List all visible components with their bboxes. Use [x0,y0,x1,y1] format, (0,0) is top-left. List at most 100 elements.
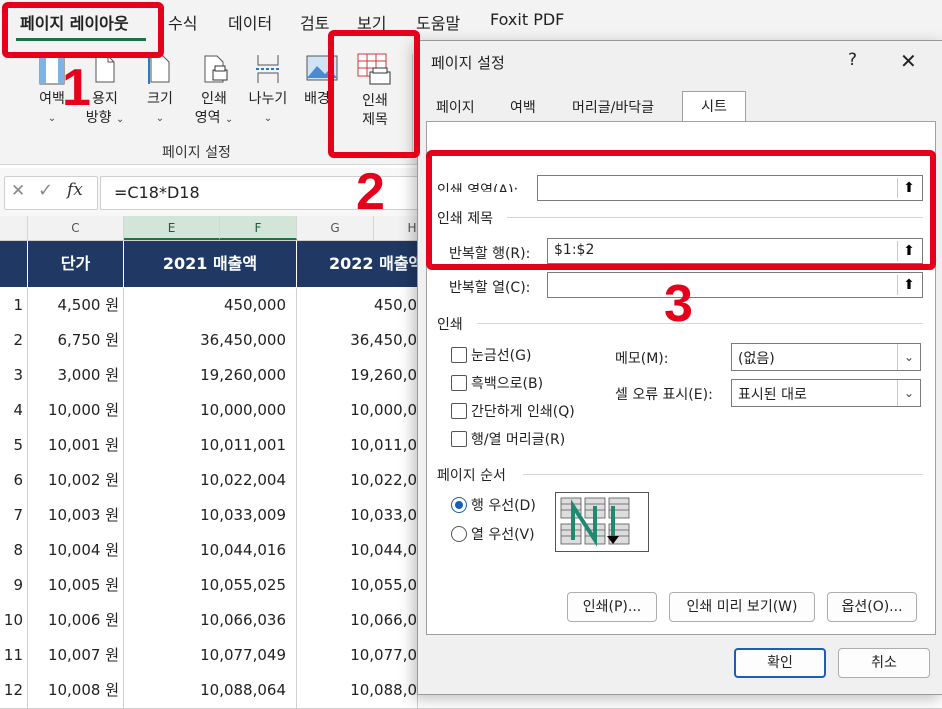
cell-2021-sales[interactable]: 10,088,064 [124,673,297,708]
cell-row-number[interactable]: 5 [0,428,28,463]
cell-2022-sales[interactable]: 10,044,0 [297,533,418,568]
tab-formulas[interactable]: 수식 [168,10,197,34]
cell-unit-price[interactable]: 10,008 원 [28,673,124,708]
cell-2022-sales[interactable]: 36,450,0 [297,323,418,358]
memo-select[interactable]: (없음) ⌄ [731,343,921,371]
cell-2022-sales[interactable]: 10,011,0 [297,428,418,463]
page-order-preview-icon [555,492,649,552]
cell-unit-price[interactable]: 10,001 원 [28,428,124,463]
cell-unit-price[interactable]: 10,003 원 [28,498,124,533]
cell-row-number[interactable]: 10 [0,603,28,638]
column-header-a[interactable] [0,216,28,240]
help-icon[interactable]: ? [848,50,857,70]
row-col-headings-checkbox[interactable] [451,431,467,447]
cell-2022-sales[interactable]: 450,0 [297,288,418,323]
cell-unit-price[interactable]: 10,000 원 [28,393,124,428]
cell-2021-sales[interactable]: 10,055,025 [124,568,297,603]
print-area-button[interactable]: 인쇄 영역 ⌄ [188,46,240,129]
draft-quality-label: 간단하게 인쇄(Q) [471,404,575,420]
cancel-icon[interactable]: ✕ [11,181,25,201]
cancel-button[interactable]: 취소 [838,648,930,678]
column-header-c[interactable]: C [28,216,124,240]
chevron-down-icon[interactable]: ⌄ [897,344,920,370]
collapse-dialog-icon[interactable]: ⬆ [897,275,920,295]
cell-unit-price[interactable]: 10,007 원 [28,638,124,673]
column-header-f[interactable]: F [220,216,297,240]
annotation-number-3: 3 [664,275,693,333]
cell-unit-price[interactable]: 10,005 원 [28,568,124,603]
column-header-e[interactable]: E [124,216,220,240]
cell-2022-sales[interactable]: 10,000,0 [297,393,418,428]
cell-2021-sales[interactable]: 10,022,004 [124,463,297,498]
cell-row-number[interactable]: 6 [0,463,28,498]
tab-data[interactable]: 데이터 [228,10,272,34]
cell-unit-price[interactable]: 10,006 원 [28,603,124,638]
cell-2022-sales[interactable]: 10,088,0 [297,673,418,708]
cell-2021-sales[interactable]: 19,260,000 [124,358,297,393]
breaks-button[interactable]: 나누기 ⌄ [243,46,293,128]
cell-unit-price[interactable]: 6,750 원 [28,323,124,358]
cell-2022-sales[interactable]: 10,033,0 [297,498,418,533]
draft-quality-checkbox[interactable] [451,403,467,419]
cell-unit-price[interactable]: 3,000 원 [28,358,124,393]
cell-row-number[interactable]: 3 [0,358,28,393]
cell-unit-price[interactable]: 10,004 원 [28,533,124,568]
options-button[interactable]: 옵션(O)... [827,592,917,622]
cell-unit-price[interactable]: 10,002 원 [28,463,124,498]
tab-help[interactable]: 도움말 [416,10,460,34]
gridlines-checkbox[interactable] [451,347,467,363]
cell-row-number[interactable]: 9 [0,568,28,603]
cell-errors-value: 표시된 대로 [738,387,807,403]
cell-2021-sales[interactable]: 36,450,000 [124,323,297,358]
header-cell-unit-price[interactable]: 단가 [28,241,124,287]
tab-sheet[interactable]: 시트 [682,91,746,122]
cell-2021-sales[interactable]: 10,000,000 [124,393,297,428]
cell-row-number[interactable]: 11 [0,638,28,673]
cell-errors-select[interactable]: 표시된 대로 ⌄ [731,379,921,407]
header-cell-blank[interactable] [0,241,28,287]
cell-2022-sales[interactable]: 10,055,0 [297,568,418,603]
over-then-down-radio[interactable] [451,526,467,542]
down-then-over-radio[interactable] [451,497,467,513]
cell-2022-sales[interactable]: 10,022,0 [297,463,418,498]
section-divider [477,323,923,324]
print-area-icon [204,55,228,83]
row-col-headings-label: 행/열 머리글(R) [471,432,566,448]
tab-margins[interactable]: 여백 [504,95,542,121]
cell-2021-sales[interactable]: 10,077,049 [124,638,297,673]
size-button[interactable]: 크기 ⌄ [140,46,180,128]
print-preview-button[interactable]: 인쇄 미리 보기(W) [669,592,815,622]
cell-2021-sales[interactable]: 450,000 [124,288,297,323]
cell-row-number[interactable]: 7 [0,498,28,533]
tab-foxit-pdf[interactable]: Foxit PDF [490,10,564,29]
ok-button[interactable]: 확인 [734,648,826,678]
insert-function-icon[interactable]: fx [67,180,83,200]
cell-2021-sales[interactable]: 10,011,001 [124,428,297,463]
cell-unit-price[interactable]: 4,500 원 [28,288,124,323]
section-divider [523,474,923,475]
cell-row-number[interactable]: 1 [0,288,28,323]
tab-review[interactable]: 검토 [300,10,329,34]
black-white-checkbox[interactable] [451,375,467,391]
enter-icon[interactable]: ✓ [38,180,53,201]
print-button[interactable]: 인쇄(P)... [567,592,657,622]
cell-2022-sales[interactable]: 10,077,0 [297,638,418,673]
cell-2022-sales[interactable]: 10,066,0 [297,603,418,638]
cell-row-number[interactable]: 8 [0,533,28,568]
over-then-down-label: 열 우선(V) [471,527,535,543]
tab-page[interactable]: 페이지 [430,95,481,121]
cell-2021-sales[interactable]: 10,033,009 [124,498,297,533]
print-area-label-2: 영역 [194,110,221,126]
close-icon[interactable]: ✕ [900,49,917,73]
cell-row-number[interactable]: 12 [0,673,28,708]
cols-to-repeat-field[interactable]: ⬆ [547,272,923,298]
cell-row-number[interactable]: 2 [0,323,28,358]
formula-controls: ✕ ✓ fx [4,176,98,210]
cell-row-number[interactable]: 4 [0,393,28,428]
header-cell-2021-sales[interactable]: 2021 매출액 [124,241,297,287]
cell-2021-sales[interactable]: 10,044,016 [124,533,297,568]
cell-2022-sales[interactable]: 19,260,0 [297,358,418,393]
chevron-down-icon[interactable]: ⌄ [897,380,920,406]
tab-header-footer[interactable]: 머리글/바닥글 [566,95,660,121]
cell-2021-sales[interactable]: 10,066,036 [124,603,297,638]
